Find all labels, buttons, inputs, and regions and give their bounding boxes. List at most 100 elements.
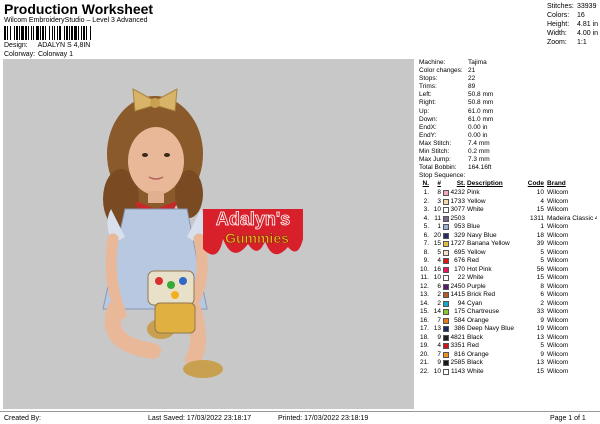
row-number: 19. bbox=[419, 342, 429, 350]
row-number: 7. bbox=[423, 240, 429, 248]
info-label: Right: bbox=[419, 99, 436, 107]
row-number: 8. bbox=[423, 248, 429, 256]
thread-brand: Wilcom bbox=[547, 274, 569, 282]
info-row: EndY: 0.00 in bbox=[419, 132, 600, 140]
thread-code: 6 bbox=[540, 291, 544, 299]
stop-sequence-header: N. # St. Description Code Brand bbox=[419, 180, 600, 189]
thread-brand: Wilcom bbox=[547, 325, 569, 333]
info-label: Total Bobbin: bbox=[419, 164, 457, 172]
color-swatch bbox=[442, 224, 449, 231]
info-row: Up: 61.0 mm bbox=[419, 108, 600, 116]
stitch-count: 386 bbox=[454, 325, 465, 333]
design-row: Design: ADALYN S 4,8IN bbox=[4, 41, 90, 50]
info-label: Down: bbox=[419, 115, 438, 123]
color-description: Chartreuse bbox=[467, 308, 500, 316]
color-swatch bbox=[442, 368, 449, 375]
color-index: 10 bbox=[433, 274, 441, 282]
color-swatch bbox=[442, 309, 449, 316]
info-row: Color changes: 21 bbox=[419, 67, 600, 75]
stitch-count: 175 bbox=[454, 308, 465, 316]
barcode bbox=[4, 26, 120, 40]
info-value: 50.8 mm bbox=[468, 99, 494, 107]
color-index: 3 bbox=[437, 197, 441, 205]
thread-code: 10 bbox=[536, 189, 544, 197]
thread-brand: Wilcom bbox=[547, 359, 569, 367]
stitch-count: 329 bbox=[454, 231, 465, 239]
row-number: 10. bbox=[419, 265, 429, 273]
row-number: 6. bbox=[423, 231, 429, 239]
thread-code: 15 bbox=[536, 206, 544, 214]
thread-code: 9 bbox=[540, 350, 544, 358]
color-index: 20 bbox=[433, 231, 441, 239]
stop-sequence-row: 3. 10 3077 White 15 Wilcom bbox=[419, 206, 600, 215]
color-index: 8 bbox=[437, 189, 441, 197]
color-swatch bbox=[442, 215, 449, 222]
row-number: 17. bbox=[419, 325, 429, 333]
info-value: 61.0 mm bbox=[468, 115, 494, 123]
color-index: 14 bbox=[433, 308, 441, 316]
color-index: 6 bbox=[437, 282, 441, 290]
info-row: Stops: 22 bbox=[419, 75, 600, 83]
header-n: N. bbox=[422, 180, 430, 188]
color-swatch bbox=[442, 326, 449, 333]
info-label: Left: bbox=[419, 91, 432, 99]
color-swatch bbox=[442, 292, 449, 299]
color-description: Cyan bbox=[467, 299, 483, 307]
info-value: 0.2 mm bbox=[468, 148, 490, 156]
info-row: Left: 50.8 mm bbox=[419, 91, 600, 99]
color-index: 10 bbox=[433, 367, 441, 375]
summary-row: Height: 4.81 in bbox=[547, 21, 599, 28]
stop-sequence-row: 2. 3 1733 Yellow 4 Wilcom bbox=[419, 197, 600, 206]
color-swatch bbox=[442, 207, 449, 214]
stop-sequence-row: 9. 4 676 Red 5 Wilcom bbox=[419, 257, 600, 266]
thread-brand: Wilcom bbox=[547, 316, 569, 324]
row-number: 13. bbox=[419, 291, 429, 299]
thread-code: 33 bbox=[536, 308, 544, 316]
color-description: Yellow bbox=[467, 248, 486, 256]
thread-code: 5 bbox=[540, 257, 544, 265]
stop-sequence-row: 12. 6 2450 Purple 8 Wilcom bbox=[419, 282, 600, 291]
stitch-count: 1143 bbox=[451, 367, 465, 375]
color-index: 9 bbox=[437, 359, 441, 367]
header-stitches: St. bbox=[456, 180, 465, 188]
info-row: Right: 50.8 mm bbox=[419, 99, 600, 107]
color-description: Black bbox=[467, 333, 483, 341]
stitch-count: 3077 bbox=[450, 206, 465, 214]
color-swatch bbox=[442, 232, 449, 239]
info-value: Tajima bbox=[468, 59, 487, 66]
stitch-count: 2503 bbox=[450, 214, 465, 222]
design-value: ADALYN S 4,8IN bbox=[37, 42, 91, 49]
info-label: EndX: bbox=[419, 123, 437, 131]
color-swatch bbox=[442, 258, 449, 265]
stop-sequence-row: 7. 15 1727 Banana Yellow 39 Wilcom bbox=[419, 240, 600, 249]
color-swatch bbox=[442, 275, 449, 282]
color-description: Hot Pink bbox=[467, 265, 492, 273]
row-number: 5. bbox=[423, 223, 429, 231]
info-label: Trims: bbox=[419, 83, 437, 91]
color-description: Banana Yellow bbox=[467, 240, 510, 248]
stitch-count: 953 bbox=[454, 223, 465, 231]
color-description: Blue bbox=[467, 223, 481, 231]
stop-sequence-title: Stop Sequence: bbox=[419, 172, 466, 180]
header-brand: Brand bbox=[547, 180, 566, 188]
stitch-count: 676 bbox=[454, 257, 465, 265]
thread-brand: Wilcom bbox=[547, 240, 569, 248]
summary-row: Width: 4.00 in bbox=[547, 30, 599, 37]
stop-sequence-row: 6. 20 329 Navy Blue 18 Wilcom bbox=[419, 231, 600, 240]
color-swatch bbox=[442, 198, 449, 205]
thread-brand: Wilcom bbox=[547, 223, 569, 231]
color-swatch bbox=[442, 190, 449, 197]
info-label: Max Stitch: bbox=[419, 139, 452, 147]
thread-brand: Wilcom bbox=[547, 367, 569, 375]
thread-code: 15 bbox=[536, 367, 544, 375]
thread-brand: Wilcom bbox=[547, 333, 569, 341]
header-code: Code bbox=[527, 180, 544, 188]
row-number: 20. bbox=[419, 350, 429, 358]
thread-code: 39 bbox=[536, 240, 544, 248]
summary-row: Stitches: 33939 bbox=[547, 3, 597, 10]
color-swatch bbox=[442, 283, 449, 290]
gummy-jar bbox=[154, 302, 196, 334]
color-swatch bbox=[442, 343, 449, 350]
color-swatch bbox=[442, 241, 449, 248]
color-description: Black bbox=[467, 359, 483, 367]
